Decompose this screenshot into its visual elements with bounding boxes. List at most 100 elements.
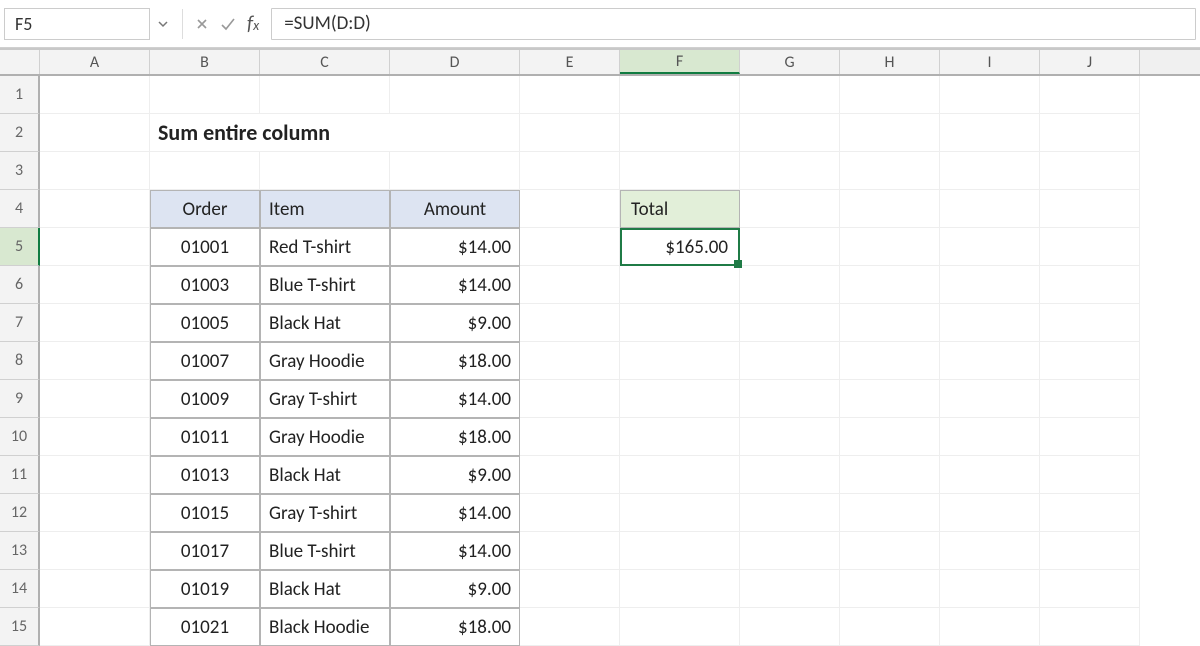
cell[interactable] [520,380,620,418]
cell[interactable] [1040,380,1140,418]
cell[interactable] [1040,494,1140,532]
col-header-C[interactable]: C [260,50,390,74]
cell[interactable] [740,570,840,608]
cell[interactable] [940,494,1040,532]
row-header-10[interactable]: 10 [0,418,40,456]
cell[interactable] [840,608,940,646]
cell[interactable] [40,532,150,570]
table-cell-amount[interactable]: $9.00 [390,570,520,608]
cell[interactable] [840,266,940,304]
cell[interactable] [40,608,150,646]
cell[interactable] [1040,418,1140,456]
table-cell-amount[interactable]: $14.00 [390,380,520,418]
cell[interactable] [620,76,740,114]
cell[interactable] [150,152,260,190]
table-cell-amount[interactable]: $14.00 [390,228,520,266]
cell[interactable] [620,152,740,190]
table-cell-item[interactable]: Black Hoodie [260,608,390,646]
cell[interactable] [620,532,740,570]
cell[interactable] [940,418,1040,456]
cell[interactable] [740,228,840,266]
cell[interactable] [40,456,150,494]
table-header-order[interactable]: Order [150,190,260,228]
cell[interactable] [40,342,150,380]
total-label-cell[interactable]: Total [620,190,740,228]
table-cell-order[interactable]: 01011 [150,418,260,456]
cell[interactable] [840,342,940,380]
cell[interactable] [150,76,260,114]
formula-input[interactable]: =SUM(D:D) [271,8,1196,40]
fill-handle[interactable] [734,260,742,268]
col-header-E[interactable]: E [520,50,620,74]
cell[interactable] [840,190,940,228]
cell[interactable] [840,152,940,190]
table-cell-order[interactable]: 01001 [150,228,260,266]
table-cell-item[interactable]: Blue T-shirt [260,532,390,570]
cell[interactable] [520,304,620,342]
row-header-4[interactable]: 4 [0,190,40,228]
cell[interactable] [840,570,940,608]
cell[interactable] [940,152,1040,190]
row-header-13[interactable]: 13 [0,532,40,570]
row-header-14[interactable]: 14 [0,570,40,608]
cell[interactable] [520,228,620,266]
cell[interactable] [740,380,840,418]
cell[interactable] [840,114,940,152]
table-cell-amount[interactable]: $18.00 [390,608,520,646]
row-header-5[interactable]: 5 [0,228,40,266]
cell[interactable] [1040,456,1140,494]
table-header-amount[interactable]: Amount [390,190,520,228]
row-header-9[interactable]: 9 [0,380,40,418]
cell[interactable] [740,456,840,494]
table-cell-amount[interactable]: $18.00 [390,418,520,456]
row-header-1[interactable]: 1 [0,76,40,114]
cell[interactable] [940,190,1040,228]
cell[interactable] [520,190,620,228]
cell[interactable] [620,418,740,456]
cell[interactable] [940,266,1040,304]
row-header-15[interactable]: 15 [0,608,40,646]
row-header-8[interactable]: 8 [0,342,40,380]
row-header-2[interactable]: 2 [0,114,40,152]
cell[interactable] [740,342,840,380]
row-header-6[interactable]: 6 [0,266,40,304]
col-header-H[interactable]: H [840,50,940,74]
table-cell-item[interactable]: Gray Hoodie [260,342,390,380]
table-cell-item[interactable]: Blue T-shirt [260,266,390,304]
cell[interactable] [1040,228,1140,266]
cell[interactable] [1040,532,1140,570]
cell[interactable] [390,76,520,114]
table-cell-order[interactable]: 01009 [150,380,260,418]
cell[interactable] [840,228,940,266]
cell[interactable] [840,532,940,570]
table-cell-item[interactable]: Gray Hoodie [260,418,390,456]
cell[interactable] [940,228,1040,266]
row-header-11[interactable]: 11 [0,456,40,494]
cell[interactable] [840,380,940,418]
row-header-3[interactable]: 3 [0,152,40,190]
cell[interactable] [940,114,1040,152]
cell[interactable] [840,456,940,494]
cell[interactable] [740,266,840,304]
cell[interactable] [1040,190,1140,228]
cell[interactable] [40,304,150,342]
cell[interactable] [940,570,1040,608]
cell[interactable] [1040,114,1140,152]
col-header-I[interactable]: I [940,50,1040,74]
col-header-B[interactable]: B [150,50,260,74]
cell[interactable] [520,114,620,152]
total-value-cell[interactable]: $165.00 [620,228,740,266]
cell[interactable] [1040,304,1140,342]
cell[interactable] [390,152,520,190]
cell[interactable] [840,304,940,342]
col-header-G[interactable]: G [740,50,840,74]
cell[interactable] [620,114,740,152]
table-cell-order[interactable]: 01021 [150,608,260,646]
cell[interactable] [620,456,740,494]
cell[interactable] [520,570,620,608]
cell[interactable] [40,380,150,418]
cell[interactable] [740,114,840,152]
table-cell-order[interactable]: 01007 [150,342,260,380]
cell[interactable] [620,342,740,380]
cell[interactable] [520,532,620,570]
